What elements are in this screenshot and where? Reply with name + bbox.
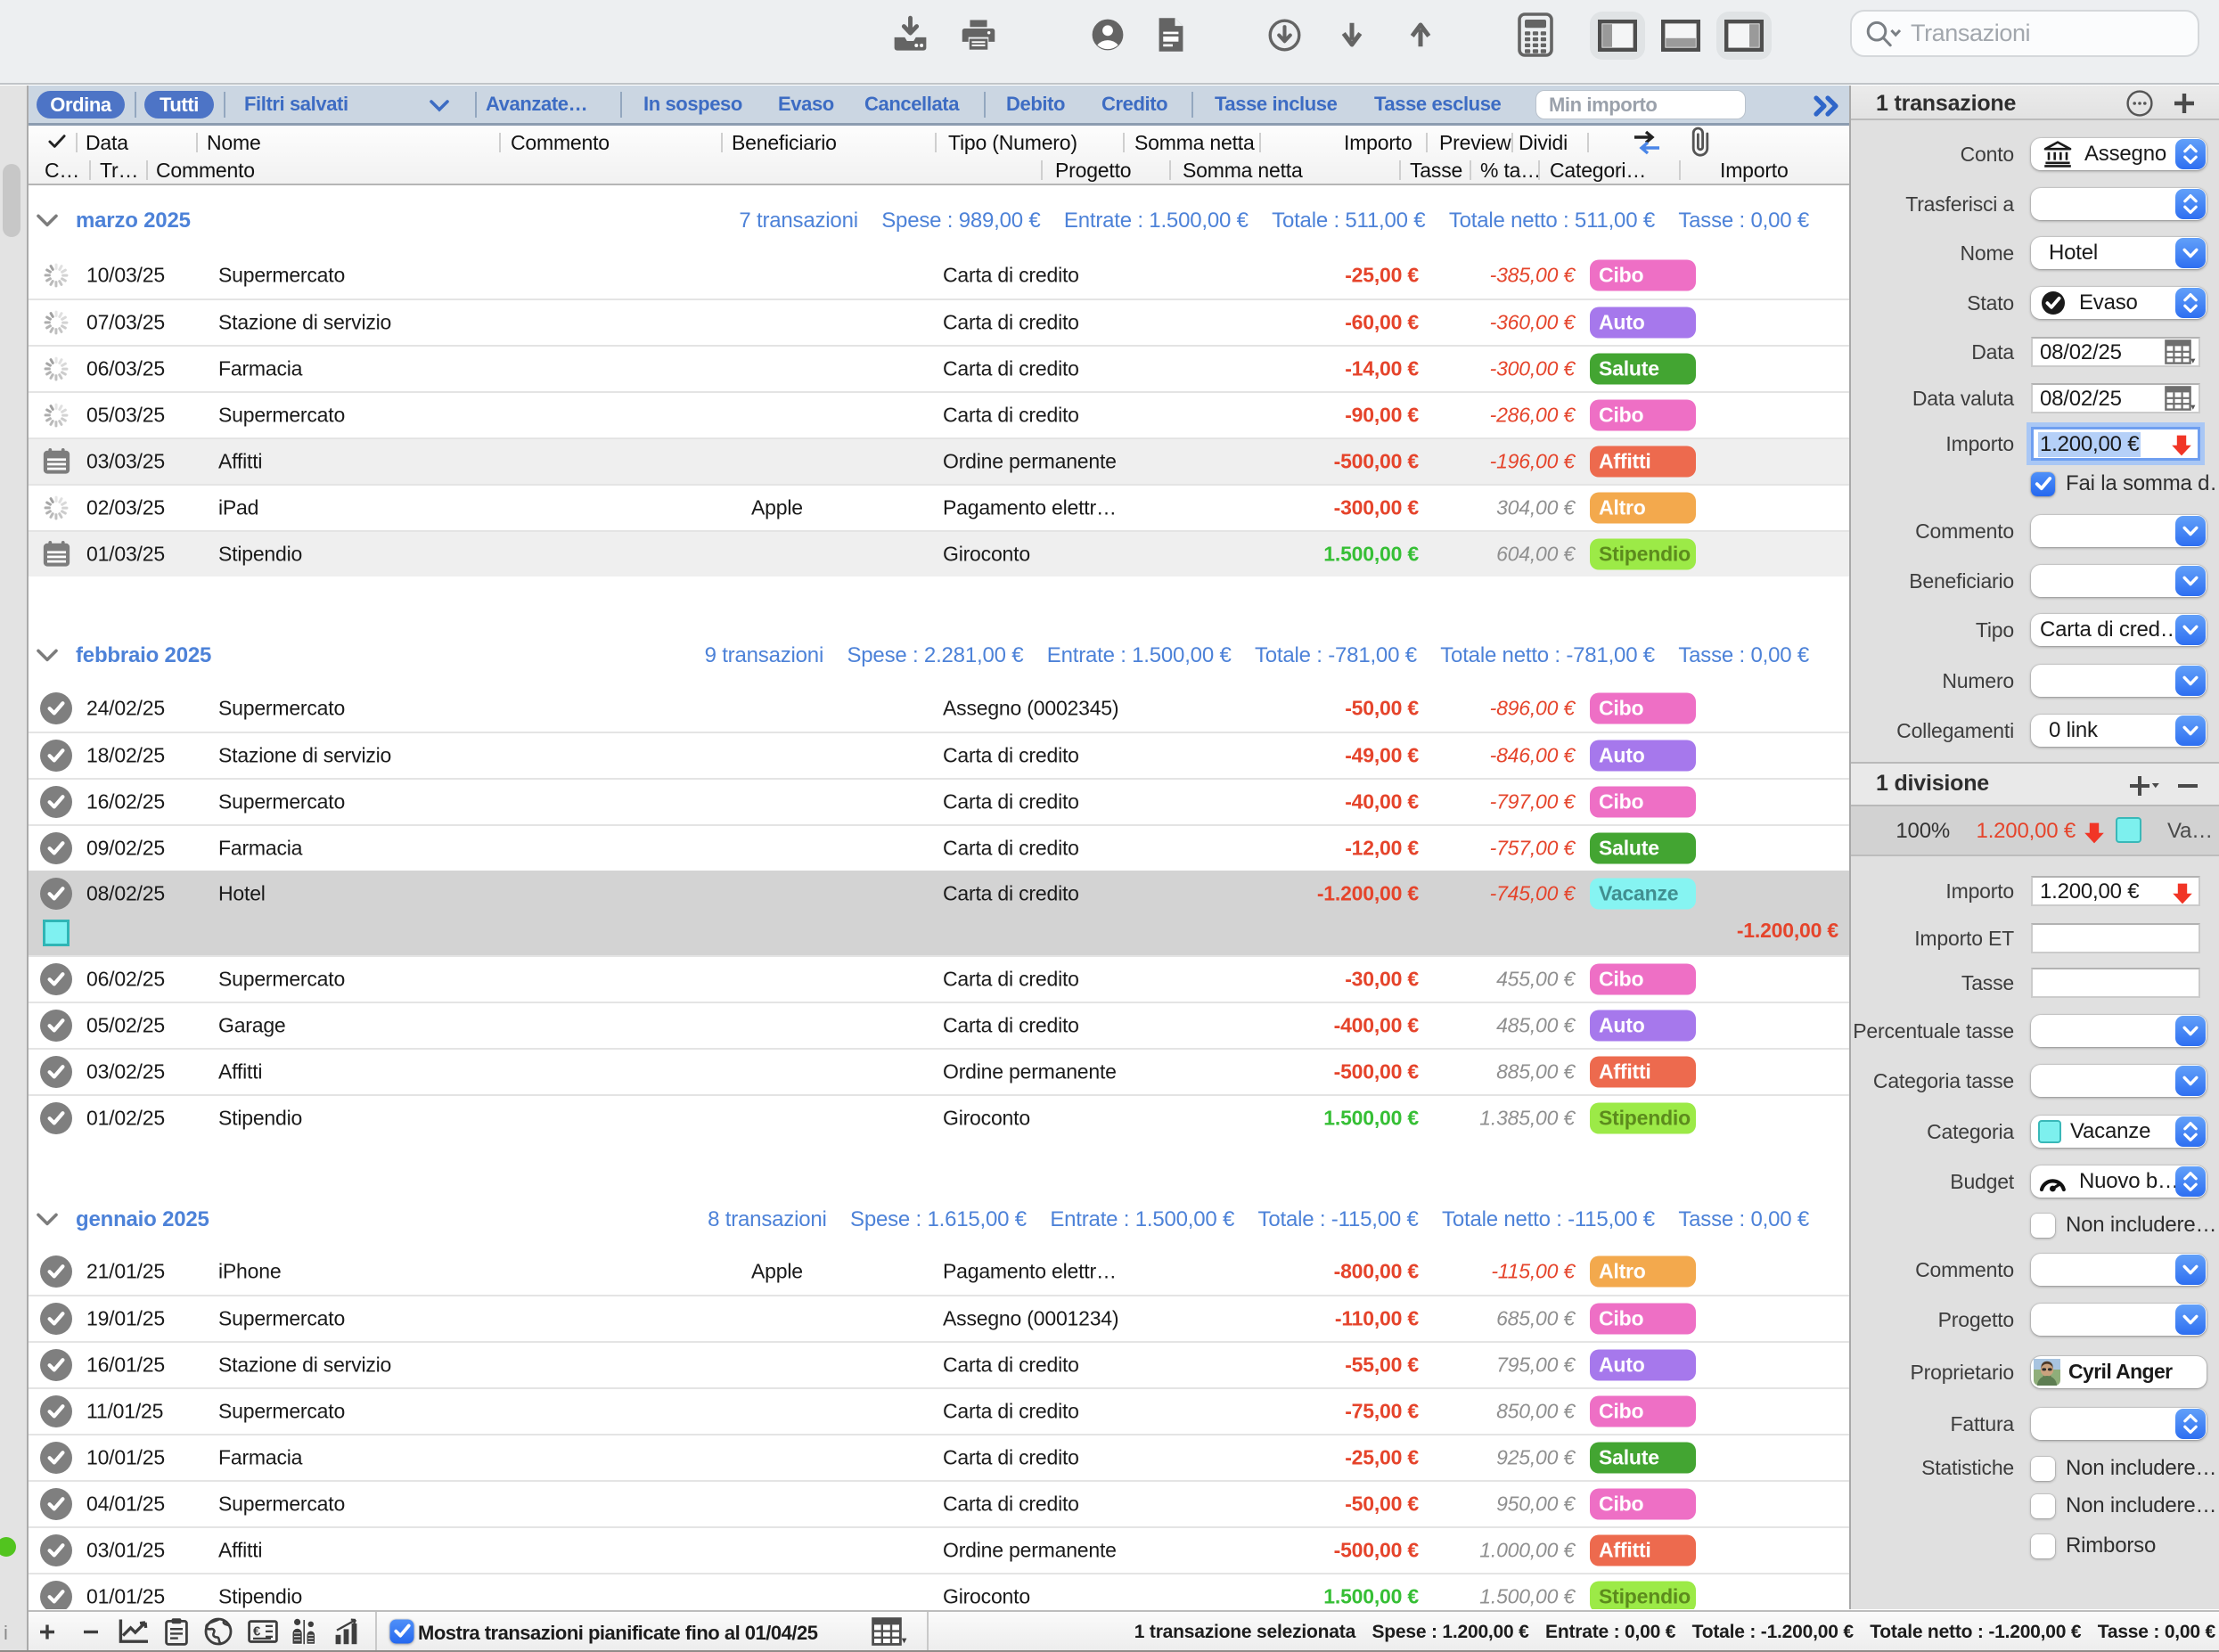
svg-text:€: € <box>253 1624 261 1640</box>
